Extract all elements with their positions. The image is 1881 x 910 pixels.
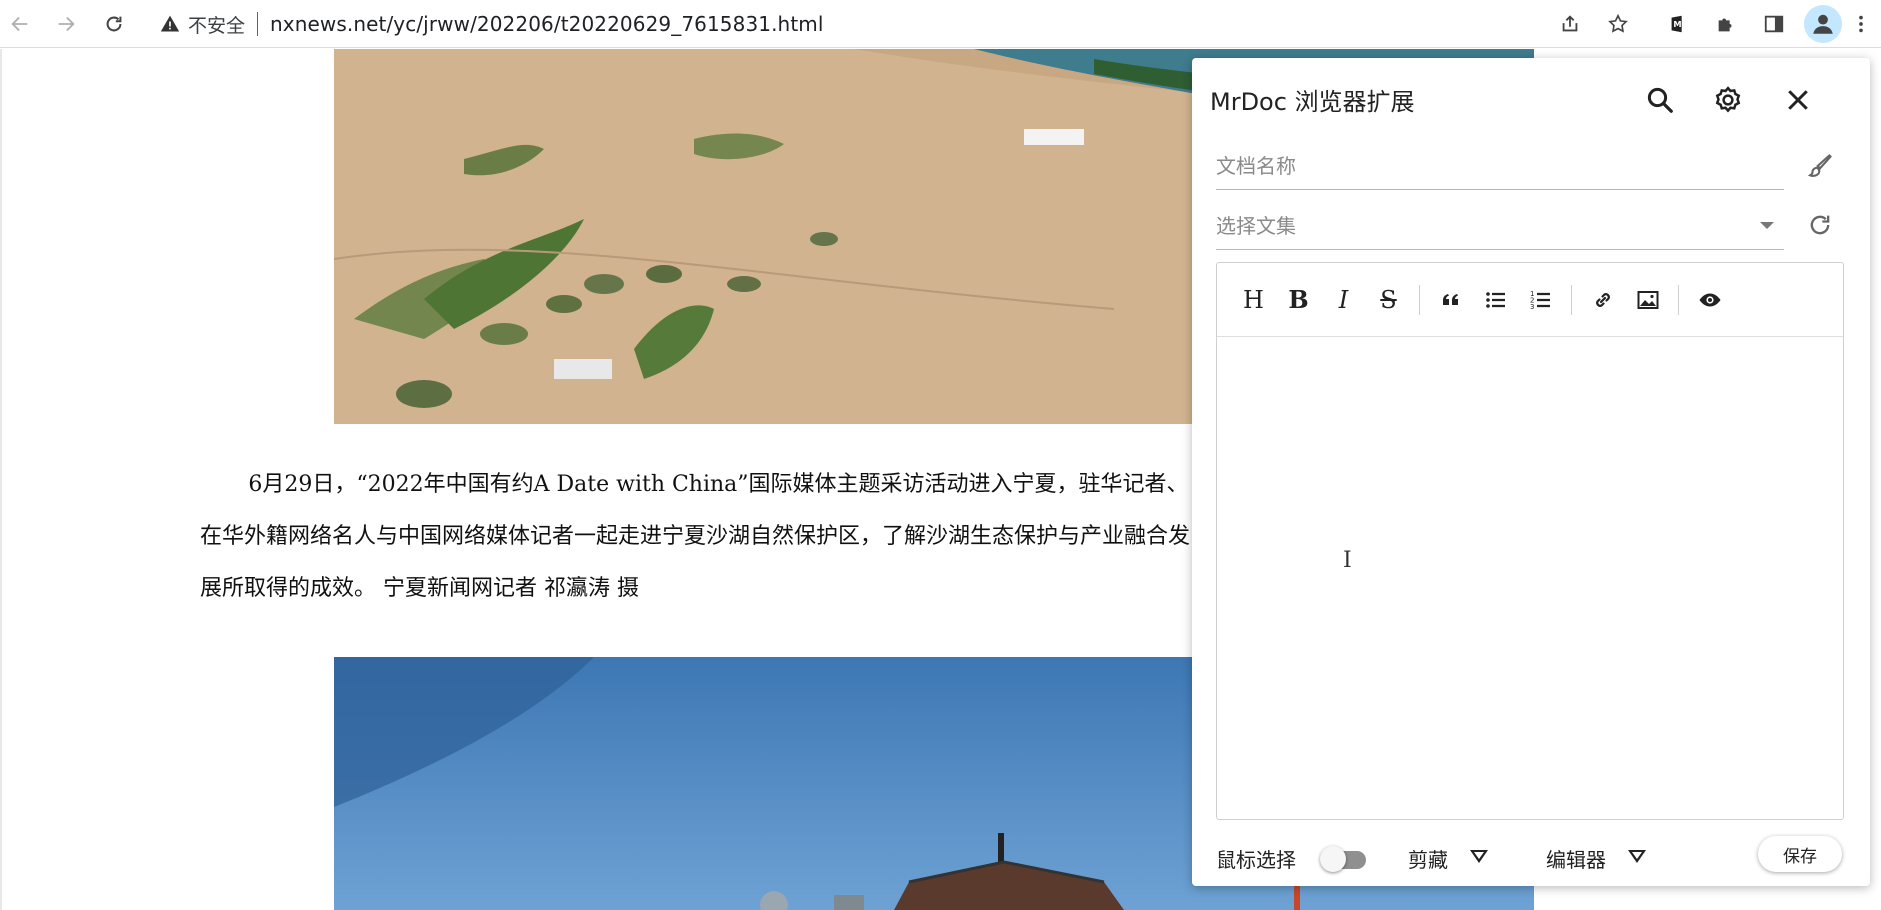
preview-eye-icon[interactable] (1687, 280, 1732, 320)
reload-icon[interactable] (96, 6, 132, 42)
quote-icon[interactable] (1428, 280, 1473, 320)
mouse-select-label: 鼠标选择 (1216, 848, 1296, 872)
close-icon[interactable] (1776, 78, 1820, 122)
share-icon[interactable] (1552, 6, 1588, 42)
collection-input[interactable] (1216, 202, 1784, 249)
forward-icon[interactable] (48, 6, 84, 42)
image-icon[interactable] (1625, 280, 1670, 320)
italic-button[interactable]: I (1321, 280, 1366, 320)
panel-footer: 鼠标选择 剪藏 编辑器 保存 (1192, 836, 1870, 886)
toolbar-divider (1419, 284, 1420, 315)
mouse-select-toggle[interactable] (1320, 846, 1366, 872)
toolbar-divider (1678, 284, 1679, 315)
svg-text:3: 3 (1530, 303, 1534, 311)
clip-label[interactable]: 剪藏 (1408, 844, 1448, 873)
collection-select[interactable] (1216, 202, 1784, 250)
more-icon[interactable] (1846, 6, 1876, 42)
heading-button[interactable]: H (1231, 280, 1276, 320)
save-button[interactable]: 保存 (1758, 836, 1842, 872)
svg-text:M: M (1673, 19, 1681, 29)
refresh-icon[interactable] (1800, 205, 1840, 245)
text-cursor-icon: I (1343, 548, 1352, 573)
settings-gear-icon[interactable] (1706, 78, 1750, 122)
toolbar-divider (1571, 284, 1572, 315)
panel-title: MrDoc 浏览器扩展 (1210, 88, 1415, 116)
url-text[interactable]: nxnews.net/yc/jrww/202206/t20220629_7615… (270, 12, 824, 36)
editor-toolbar: H B I S 123 (1217, 263, 1843, 337)
brush-icon[interactable] (1800, 146, 1840, 186)
link-icon[interactable] (1580, 280, 1625, 320)
mrdoc-extension-icon[interactable]: M (1660, 6, 1696, 42)
markdown-editor: H B I S 123 I (1216, 262, 1844, 820)
chevron-down-icon[interactable] (1760, 222, 1774, 229)
browser-toolbar: 不安全 nxnews.net/yc/jrww/202206/t20220629_… (0, 0, 1881, 48)
editor-label[interactable]: 编辑器 (1546, 844, 1606, 873)
warning-icon[interactable] (160, 14, 180, 34)
star-icon[interactable] (1600, 6, 1636, 42)
security-label[interactable]: 不安全 (188, 11, 245, 38)
ordered-list-icon[interactable]: 123 (1518, 280, 1563, 320)
puzzle-icon[interactable] (1708, 6, 1744, 42)
bold-button[interactable]: B (1276, 280, 1321, 320)
toggle-knob (1320, 846, 1346, 872)
profile-icon[interactable] (1804, 5, 1842, 43)
address-separator (257, 12, 259, 36)
mrdoc-extension-panel: MrDoc 浏览器扩展 H B I S (1192, 58, 1870, 886)
address-bar[interactable]: 不安全 nxnews.net/yc/jrww/202206/t20220629_… (160, 6, 1520, 42)
article-paragraph: 6月29日，“2022年中国有约A Date with China”国际媒体主题… (200, 472, 1191, 601)
editor-dropdown-icon[interactable] (1628, 850, 1646, 863)
editor-textarea[interactable]: I (1217, 338, 1843, 819)
back-icon[interactable] (2, 6, 38, 42)
strikethrough-button[interactable]: S (1366, 280, 1411, 320)
bullet-list-icon[interactable] (1473, 280, 1518, 320)
side-panel-icon[interactable] (1756, 6, 1792, 42)
doc-name-input[interactable] (1216, 142, 1784, 189)
clip-dropdown-icon[interactable] (1470, 850, 1488, 863)
search-icon[interactable] (1638, 78, 1682, 122)
doc-name-field[interactable] (1216, 142, 1784, 190)
